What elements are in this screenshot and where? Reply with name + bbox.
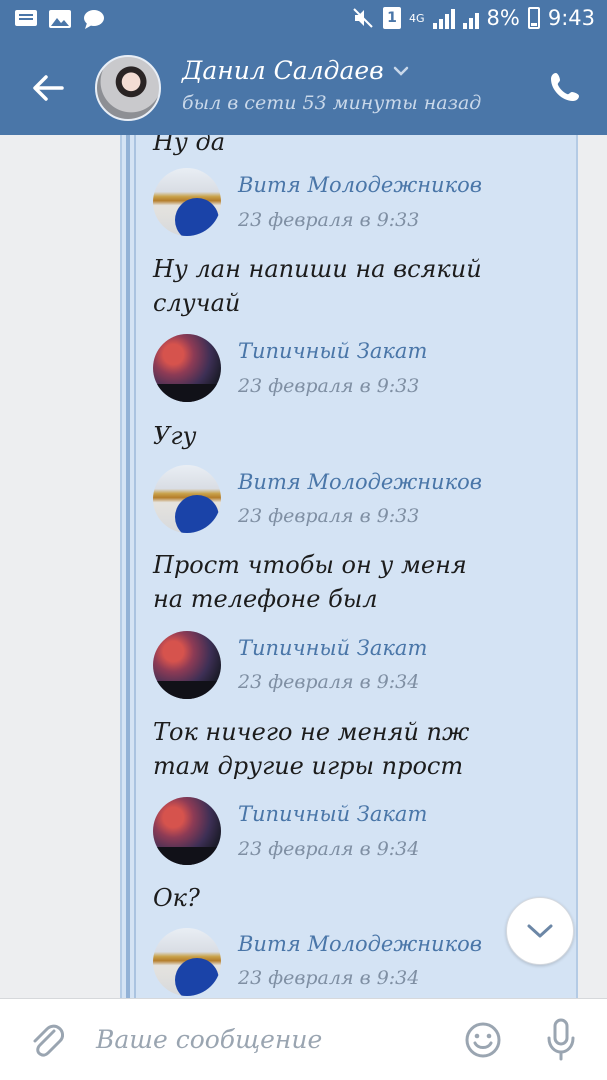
microphone-icon[interactable] bbox=[544, 1017, 578, 1061]
message-date: 23 февраля в 9:34 bbox=[238, 671, 420, 693]
author-avatar[interactable] bbox=[153, 631, 221, 699]
chevron-down-icon bbox=[527, 924, 553, 938]
message-text-partial: Ну да bbox=[153, 135, 225, 156]
message-text: Прост чтобы он у меня на телефоне был bbox=[153, 551, 467, 613]
contact-title-row[interactable]: Данил Салдаев bbox=[182, 56, 410, 85]
message-text: Ок? bbox=[153, 884, 200, 912]
author-avatar[interactable] bbox=[153, 334, 221, 402]
contact-name: Данил Салдаев bbox=[182, 56, 384, 85]
message-date: 23 февраля в 9:33 bbox=[238, 505, 420, 527]
contact-avatar[interactable] bbox=[95, 55, 161, 121]
chat-bubble-notification-icon bbox=[84, 10, 104, 29]
chevron-down-icon bbox=[393, 66, 408, 76]
smile-icon[interactable] bbox=[464, 1021, 502, 1059]
clock: 9:43 bbox=[547, 6, 595, 30]
message-list[interactable]: Ну да Витя Молодежников 23 февраля в 9:3… bbox=[0, 135, 607, 998]
signal-icon bbox=[432, 7, 455, 29]
battery-percent: 8% bbox=[486, 6, 520, 30]
message-author[interactable]: Витя Молодежников bbox=[238, 470, 482, 494]
message-text: Угу bbox=[153, 422, 197, 450]
author-avatar[interactable] bbox=[153, 928, 221, 996]
sim-badge: 1 bbox=[382, 7, 401, 29]
status-notifications bbox=[14, 8, 106, 30]
message-date: 23 февраля в 9:34 bbox=[238, 967, 420, 989]
conversation-header: Данил Салдаев был в сети 53 минуты назад bbox=[0, 40, 607, 135]
message-author[interactable]: Типичный Закат bbox=[238, 802, 427, 826]
message-author[interactable]: Витя Молодежников bbox=[238, 173, 482, 197]
forward-rail bbox=[126, 135, 130, 998]
message-text: Ну лан напиши на всякий случай bbox=[153, 255, 482, 317]
paperclip-icon[interactable] bbox=[28, 1019, 66, 1059]
signal-2-icon bbox=[462, 7, 479, 29]
message-composer: Ваше сообщение bbox=[0, 998, 607, 1080]
status-bar: 1 4G 8% 9:43 bbox=[0, 0, 607, 40]
author-avatar[interactable] bbox=[153, 797, 221, 865]
message-notification-icon bbox=[15, 10, 37, 26]
network-type: 4G bbox=[408, 11, 425, 25]
gallery-notification-icon bbox=[49, 10, 71, 28]
message-date: 23 февраля в 9:33 bbox=[238, 209, 420, 231]
chat-screen: 1 4G 8% 9:43 Данил Салдаев был в сети 53… bbox=[0, 0, 607, 1080]
last-seen: был в сети 53 минуты назад bbox=[182, 92, 482, 114]
message-text: Ток ничего не меняй пж там другие игры п… bbox=[153, 718, 470, 780]
message-author[interactable]: Типичный Закат bbox=[238, 339, 427, 363]
message-author[interactable]: Витя Молодежников bbox=[238, 932, 482, 956]
battery-icon bbox=[527, 7, 540, 29]
phone-icon[interactable] bbox=[548, 70, 582, 104]
forward-rail-inner bbox=[134, 135, 136, 998]
arrow-left-icon[interactable] bbox=[28, 68, 68, 108]
status-system: 1 4G 8% 9:43 bbox=[351, 6, 595, 30]
message-input[interactable]: Ваше сообщение bbox=[96, 1025, 322, 1054]
message-date: 23 февраля в 9:34 bbox=[238, 838, 420, 860]
scroll-to-bottom-button[interactable] bbox=[506, 897, 574, 965]
author-avatar[interactable] bbox=[153, 168, 221, 236]
author-avatar[interactable] bbox=[153, 465, 221, 533]
message-date: 23 февраля в 9:33 bbox=[238, 375, 420, 397]
message-author[interactable]: Типичный Закат bbox=[238, 636, 427, 660]
mute-icon bbox=[353, 8, 373, 28]
